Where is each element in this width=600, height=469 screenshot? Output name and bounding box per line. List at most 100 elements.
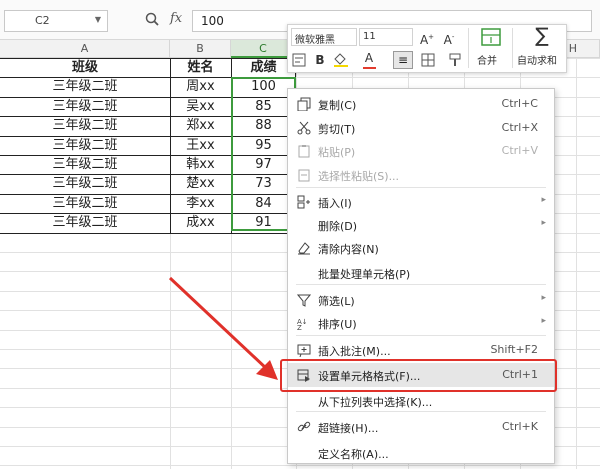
menu-item-shortcut: Ctrl+K — [501, 420, 538, 433]
table-cell[interactable]: 王xx — [170, 136, 231, 155]
menu-item-label: 定义名称(A)... — [318, 448, 389, 461]
scissors-icon — [297, 121, 311, 135]
bold-button[interactable]: B — [313, 50, 327, 70]
name-box-value: C2 — [35, 14, 50, 27]
align-center-icon[interactable]: ≡ — [393, 51, 413, 69]
fill-color-icon[interactable] — [332, 53, 352, 67]
eraser-icon — [298, 242, 310, 255]
font-color-button[interactable]: A — [362, 48, 376, 68]
filter-icon — [297, 294, 311, 307]
table-header-cell[interactable]: 班级 — [0, 58, 170, 77]
menu-item-label: 复制(C) — [318, 99, 357, 112]
toolbar-divider — [468, 28, 469, 68]
table-cell[interactable]: 郑xx — [170, 116, 231, 135]
table-cell[interactable]: 三年级二班 — [0, 136, 170, 155]
menu-separator — [296, 335, 546, 336]
link-icon — [297, 421, 311, 432]
menu-separator — [296, 187, 546, 188]
menu-item[interactable]: 剪切(T) Ctrl+X — [288, 116, 554, 140]
submenu-arrow-icon: ▸ — [541, 218, 546, 228]
merge-button-label[interactable]: 合并 — [477, 52, 497, 67]
grid-row-line — [0, 465, 600, 467]
table-cell[interactable]: 成xx — [170, 213, 231, 232]
menu-separator — [296, 411, 546, 412]
menu-item[interactable]: 清除内容(N) — [288, 236, 554, 260]
menu-item[interactable]: 粘贴(P) Ctrl+V — [288, 139, 554, 163]
submenu-arrow-icon: ▸ — [541, 293, 546, 303]
menu-item[interactable]: 复制(C) Ctrl+C — [288, 92, 554, 116]
zoom-icon[interactable] — [145, 12, 159, 26]
fx-icon[interactable]: fx — [170, 11, 182, 26]
menu-item-shortcut: Ctrl+V — [501, 144, 538, 157]
column-header-b[interactable]: B — [170, 40, 231, 58]
highlight-box — [280, 359, 557, 392]
table-header-cell[interactable]: 姓名 — [170, 58, 231, 77]
menu-item-label: 批量处理单元格(P) — [318, 268, 411, 281]
menu-item-label: 删除(D) — [318, 220, 358, 233]
menu-item[interactable]: 选择性粘贴(S)... — [288, 163, 554, 187]
submenu-arrow-icon: ▸ — [541, 316, 546, 326]
autosum-button-label[interactable]: 自动求和 — [517, 52, 557, 67]
table-cell[interactable]: 韩xx — [170, 155, 231, 174]
menu-item[interactable]: 超链接(H)... Ctrl+K — [288, 415, 554, 439]
table-cell[interactable]: 三年级二班 — [0, 155, 170, 174]
autosum-icon[interactable]: ∑ — [532, 25, 552, 45]
table-border — [0, 58, 296, 59]
menu-item[interactable]: A↓ Z 排序(U) ▸ — [288, 311, 554, 335]
toolbar-divider — [512, 28, 513, 68]
table-cell[interactable]: 吴xx — [170, 97, 231, 116]
menu-separator — [296, 284, 546, 285]
menu-item-shortcut: Ctrl+X — [501, 121, 538, 134]
menu-item[interactable]: 从下拉列表中选择(K)... — [288, 389, 554, 413]
menu-item-label: 排序(U) — [318, 318, 357, 331]
paste-special-icon — [298, 169, 310, 182]
name-box[interactable]: C2 ▼ — [4, 10, 108, 32]
menu-item-label: 超链接(H)... — [318, 422, 379, 435]
merge-cells-icon[interactable] — [481, 28, 501, 46]
table-cell[interactable]: 三年级二班 — [0, 213, 170, 232]
grid-column-line — [576, 58, 577, 469]
menu-item-shortcut: Shift+F2 — [490, 343, 538, 356]
menu-item-label: 从下拉列表中选择(K)... — [318, 396, 433, 409]
menu-item-label: 筛选(L) — [318, 295, 355, 308]
table-cell[interactable]: 李xx — [170, 194, 231, 213]
decrease-font-icon[interactable]: A- — [440, 27, 458, 47]
borders-icon[interactable] — [421, 53, 435, 67]
font-name-select[interactable]: 微软雅黑 — [291, 28, 357, 46]
font-color-swatch — [363, 67, 376, 69]
table-cell[interactable]: 三年级二班 — [0, 194, 170, 213]
format-painter-icon[interactable] — [448, 53, 462, 67]
menu-item[interactable]: 批量处理单元格(P) — [288, 261, 554, 285]
menu-item-label: 插入(I) — [318, 197, 352, 210]
comment-icon — [297, 344, 311, 357]
font-size-select[interactable]: 11 — [359, 28, 413, 46]
table-border — [170, 58, 171, 233]
table-cell[interactable]: 周xx — [170, 77, 231, 96]
table-border — [0, 232, 296, 234]
menu-item-label: 清除内容(N) — [318, 243, 379, 256]
table-cell[interactable]: 三年级二班 — [0, 174, 170, 193]
paste-icon — [298, 145, 310, 158]
column-header-a[interactable]: A — [0, 40, 170, 58]
menu-item[interactable]: 定义名称(A)... — [288, 441, 554, 465]
insert-icon — [297, 195, 310, 209]
table-cell[interactable]: 三年级二班 — [0, 116, 170, 135]
chevron-down-icon: ▼ — [94, 15, 101, 24]
red-arrow-annotation — [168, 276, 278, 380]
menu-item-shortcut: Ctrl+C — [501, 97, 538, 110]
copy-icon — [297, 97, 311, 111]
menu-item[interactable]: 筛选(L) ▸ — [288, 288, 554, 312]
table-cell[interactable]: 三年级二班 — [0, 77, 170, 96]
menu-item[interactable]: 插入(I) ▸ — [288, 190, 554, 214]
wrap-text-icon[interactable] — [292, 53, 306, 67]
menu-item-label: 粘贴(P) — [318, 146, 356, 159]
svg-text:Z: Z — [297, 324, 302, 330]
table-cell[interactable]: 楚xx — [170, 174, 231, 193]
submenu-arrow-icon: ▸ — [541, 195, 546, 205]
menu-item[interactable]: 删除(D) ▸ — [288, 213, 554, 237]
sort-icon: A↓Z — [297, 318, 308, 330]
increase-font-icon[interactable]: A+ — [418, 27, 436, 47]
menu-item-label: 插入批注(M)... — [318, 345, 391, 358]
table-cell[interactable]: 三年级二班 — [0, 97, 170, 116]
font-color-label: A — [364, 51, 374, 65]
